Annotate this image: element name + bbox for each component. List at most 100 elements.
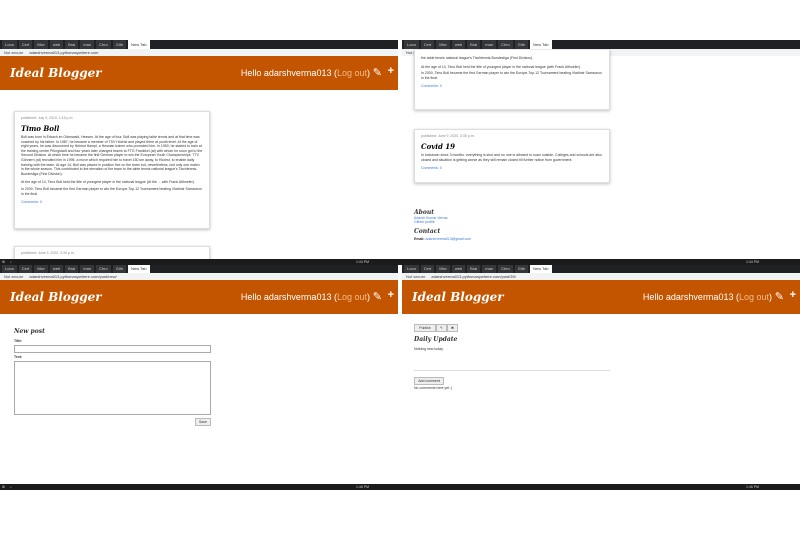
browser-tabbar: Loca Cert Micr web Brai man Chro Gith Ne… [0, 40, 398, 49]
browser-tab[interactable]: Cert [18, 40, 33, 49]
browser-tab[interactable]: Chro [96, 264, 111, 273]
comments-link[interactable]: Comments: 0 [421, 84, 603, 88]
browser-tab[interactable]: Chro [498, 40, 513, 49]
post-body: Nothing new today. [414, 347, 444, 351]
browser-tab[interactable]: man [80, 40, 95, 49]
browser-tab[interactable]: web [49, 264, 64, 273]
comments-link[interactable]: Comments: 0 [421, 166, 603, 170]
edit-post-button[interactable]: ✎ [436, 324, 447, 332]
window-home-scrolled: Loca Cert Micr web Brai man Chro Gith Ne… [402, 40, 800, 259]
post-date: published: June 9, 2020, 3:30 p.m. [421, 134, 475, 138]
browser-tab[interactable]: Gith [514, 40, 529, 49]
url-text[interactable]: adarshverma013.pythonanywhere.com/post/3… [431, 274, 516, 279]
browser-tab[interactable]: man [482, 40, 497, 49]
browser-tabbar: Loca Cert Micr web Brai man Chro Gith Ne… [402, 40, 800, 49]
text-label: Text: [14, 355, 23, 359]
site-brand[interactable]: Ideal Blogger [10, 290, 102, 304]
not-secure-label: Not secure [4, 274, 24, 279]
taskbar-clock: 1:46 PM [746, 485, 760, 489]
window-post-detail: Loca Cert Micr web Brai man Chro Gith Ne… [402, 264, 800, 482]
browser-tab-active[interactable]: New Tab [128, 264, 150, 273]
logout-link[interactable]: Log out [337, 68, 367, 78]
browser-tab[interactable]: Brai [65, 40, 79, 49]
browser-tab[interactable]: Gith [112, 264, 127, 273]
taskbar: ⊞ ⌕ 1:44 PM 1:44 PM [0, 259, 800, 265]
add-comment-button[interactable]: Add comment [414, 377, 444, 385]
plus-icon[interactable]: + [388, 65, 394, 77]
site-brand[interactable]: Ideal Blogger [412, 290, 504, 304]
browser-tab[interactable]: Brai [467, 40, 481, 49]
greeting-text: Hello adarshverma013 [642, 292, 734, 302]
browser-tab[interactable]: Gith [514, 264, 529, 273]
browser-tab[interactable]: Cert [420, 40, 435, 49]
browser-tab[interactable]: web [49, 40, 64, 49]
email-link[interactable]: adarshverma013@gmail.com [426, 237, 472, 241]
publish-button[interactable]: Publish [414, 324, 436, 332]
plus-icon[interactable]: + [388, 289, 394, 301]
browser-tab[interactable]: Micr [34, 40, 48, 49]
greeting: Hello adarshverma013 (Log out) [240, 292, 370, 302]
browser-tab[interactable]: Chro [498, 264, 513, 273]
edit-icon[interactable]: ✎ [373, 66, 382, 79]
title-input[interactable] [14, 345, 211, 353]
post-title[interactable]: Timo Boll [21, 124, 203, 133]
post-body: In 2000, Timo Boll became the first Germ… [21, 186, 203, 196]
edit-icon[interactable]: ✎ [373, 290, 382, 303]
taskbar: ⊞ ⌕ 1:46 PM 1:46 PM [0, 484, 800, 490]
browser-tab[interactable]: Loca [404, 40, 419, 49]
browser-tab[interactable]: Brai [65, 264, 79, 273]
browser-tab-active[interactable]: New Tab [530, 40, 552, 49]
greeting-text: Hello adarshverma013 [240, 68, 332, 78]
contact-heading: Contact [414, 228, 441, 235]
comments-link[interactable]: Comments: 0 [21, 200, 203, 204]
browser-tab[interactable]: Cert [420, 264, 435, 273]
text-textarea[interactable] [14, 361, 211, 415]
browser-tab[interactable]: web [451, 264, 466, 273]
post-card: the table tennis national league's Tisch… [414, 50, 610, 110]
browser-tab-active[interactable]: New Tab [530, 264, 552, 273]
browser-tab[interactable]: Chro [96, 40, 111, 49]
search-icon[interactable]: ⌕ [10, 259, 12, 265]
logout-link[interactable]: Log out [739, 292, 769, 302]
github-profile-link[interactable]: Github profile [414, 220, 614, 224]
post-body: Boll was born in Erbach im Odenwald, Hes… [21, 135, 203, 176]
browser-tab[interactable]: Micr [34, 264, 48, 273]
address-bar[interactable]: Not secure adarshverma013.pythonanywhere… [0, 49, 398, 56]
plus-icon[interactable]: + [790, 289, 796, 301]
taskbar-clock: 1:44 PM [356, 260, 370, 264]
browser-tab[interactable]: Gith [112, 40, 127, 49]
site-header: Ideal Blogger Hello adarshverma013 (Log … [402, 280, 800, 314]
greeting-text: Hello adarshverma013 [240, 292, 332, 302]
browser-tab[interactable]: man [482, 264, 497, 273]
post-title[interactable]: Covid 19 [421, 142, 603, 151]
delete-post-button[interactable]: ✖ [447, 324, 458, 332]
taskbar-clock: 1:44 PM [746, 260, 760, 264]
site-header: Ideal Blogger Hello adarshverma013 (Log … [0, 56, 398, 90]
browser-tab-active[interactable]: New Tab [128, 40, 150, 49]
browser-tab[interactable]: Micr [436, 264, 450, 273]
url-text[interactable]: adarshverma013.pythonanywhere.com [29, 50, 98, 55]
windows-start-icon[interactable]: ⊞ [2, 259, 5, 265]
address-bar[interactable]: Not secure adarshverma013.pythonanywhere… [402, 273, 800, 280]
save-button[interactable]: Save [195, 418, 211, 426]
url-text[interactable]: adarshverma013.pythonanywhere.com/post/n… [29, 274, 116, 279]
browser-tab[interactable]: Micr [436, 40, 450, 49]
site-brand[interactable]: Ideal Blogger [10, 66, 102, 80]
browser-tabbar: Loca Cert Micr web Brai man Chro Gith Ne… [0, 264, 398, 273]
browser-tab[interactable]: man [80, 264, 95, 273]
browser-tab[interactable]: Loca [2, 264, 17, 273]
windows-start-icon[interactable]: ⊞ [2, 484, 5, 490]
edit-icon[interactable]: ✎ [775, 290, 784, 303]
browser-tab[interactable]: Brai [467, 264, 481, 273]
browser-tab[interactable]: Loca [404, 264, 419, 273]
post-body: In 2000, Timo Boll became the first Germ… [421, 71, 603, 80]
window-home-top: Loca Cert Micr web Brai man Chro Gith Ne… [0, 40, 398, 259]
post-date: published: July 9, 2019, 1:15 p.m. [21, 116, 74, 120]
browser-tab[interactable]: web [451, 40, 466, 49]
browser-tab[interactable]: Cert [18, 264, 33, 273]
post-card: published: July 9, 2019, 1:15 p.m. Timo … [14, 111, 210, 229]
search-icon[interactable]: ⌕ [10, 484, 12, 490]
browser-tab[interactable]: Loca [2, 40, 17, 49]
logout-link[interactable]: Log out [337, 292, 367, 302]
address-bar[interactable]: Not secure adarshverma013.pythonanywhere… [0, 273, 398, 280]
